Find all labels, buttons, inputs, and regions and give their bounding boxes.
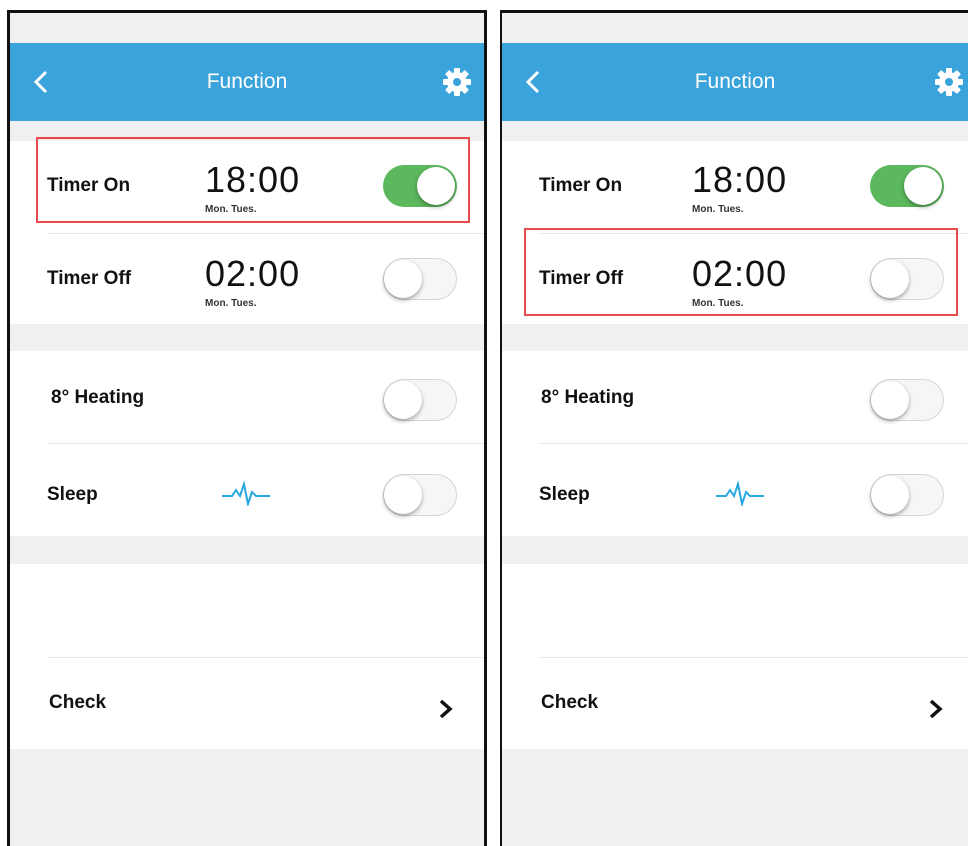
heating-label: 8° Heating [51,387,145,408]
timer-off-days: Mon. Tues. [692,298,744,309]
timer-on-time[interactable]: 18:00 [692,159,787,201]
sleep-label: Sleep [539,484,590,505]
timer-off-label: Timer Off [539,268,624,289]
timer-off-toggle[interactable] [383,258,457,300]
timer-on-days: Mon. Tues. [205,204,257,215]
page-title: Function [206,70,288,93]
page-title: Function [694,70,776,93]
toggle-knob [871,476,909,514]
timer-on-toggle[interactable] [383,165,457,207]
pulse-icon [222,480,270,506]
screen-right: Function Timer On 18:00 Mon. Tues. Timer… [500,10,968,846]
check-section: Check [502,564,968,749]
timer-on-days: Mon. Tues. [692,204,744,215]
timer-off-days: Mon. Tues. [205,298,257,309]
toggle-knob [904,167,942,205]
timer-on-row[interactable]: Timer On 18:00 Mon. Tues. [10,141,484,233]
heating-toggle[interactable] [383,379,457,421]
check-section: Check [10,564,484,749]
screen-left: Function Timer On 18:00 Mon. Tues. Timer… [7,10,487,846]
check-row[interactable]: Check [10,658,484,749]
timer-off-time[interactable]: 02:00 [205,253,300,295]
timer-off-time[interactable]: 02:00 [692,253,787,295]
toggle-knob [871,381,909,419]
pulse-icon [716,480,764,506]
toggle-knob [384,476,422,514]
gear-icon[interactable] [932,65,966,99]
app-header: Function [502,43,968,121]
feature-section: 8° Heating Sleep [502,351,968,536]
heating-label: 8° Heating [541,387,635,408]
feature-section: 8° Heating Sleep [10,351,484,536]
sleep-label: Sleep [47,484,98,505]
sleep-toggle[interactable] [870,474,944,516]
gear-icon[interactable] [440,65,474,99]
timer-on-toggle[interactable] [870,165,944,207]
toggle-knob [384,381,422,419]
toggle-knob [417,167,455,205]
sleep-row: Sleep [10,444,484,536]
sleep-row: Sleep [502,444,968,536]
heating-row: 8° Heating [10,351,484,443]
timer-on-time[interactable]: 18:00 [205,159,300,201]
heating-row: 8° Heating [502,351,968,443]
app-header: Function [10,43,484,121]
chevron-right-icon[interactable] [436,696,456,722]
check-row[interactable]: Check [502,658,968,749]
timer-section: Timer On 18:00 Mon. Tues. Timer Off 02:0… [10,141,484,324]
toggle-knob [871,260,909,298]
timer-off-row[interactable]: Timer Off 02:00 Mon. Tues. [10,234,484,324]
toggle-knob [384,260,422,298]
timer-on-row[interactable]: Timer On 18:00 Mon. Tues. [502,141,968,233]
timer-off-label: Timer Off [47,268,132,289]
timer-off-toggle[interactable] [870,258,944,300]
heating-toggle[interactable] [870,379,944,421]
timer-on-label: Timer On [539,175,623,196]
timer-on-label: Timer On [47,175,131,196]
check-label: Check [541,692,599,713]
timer-off-row[interactable]: Timer Off 02:00 Mon. Tues. [502,234,968,324]
timer-section: Timer On 18:00 Mon. Tues. Timer Off 02:0… [502,141,968,324]
check-label: Check [49,692,107,713]
sleep-toggle[interactable] [383,474,457,516]
chevron-right-icon[interactable] [926,696,946,722]
